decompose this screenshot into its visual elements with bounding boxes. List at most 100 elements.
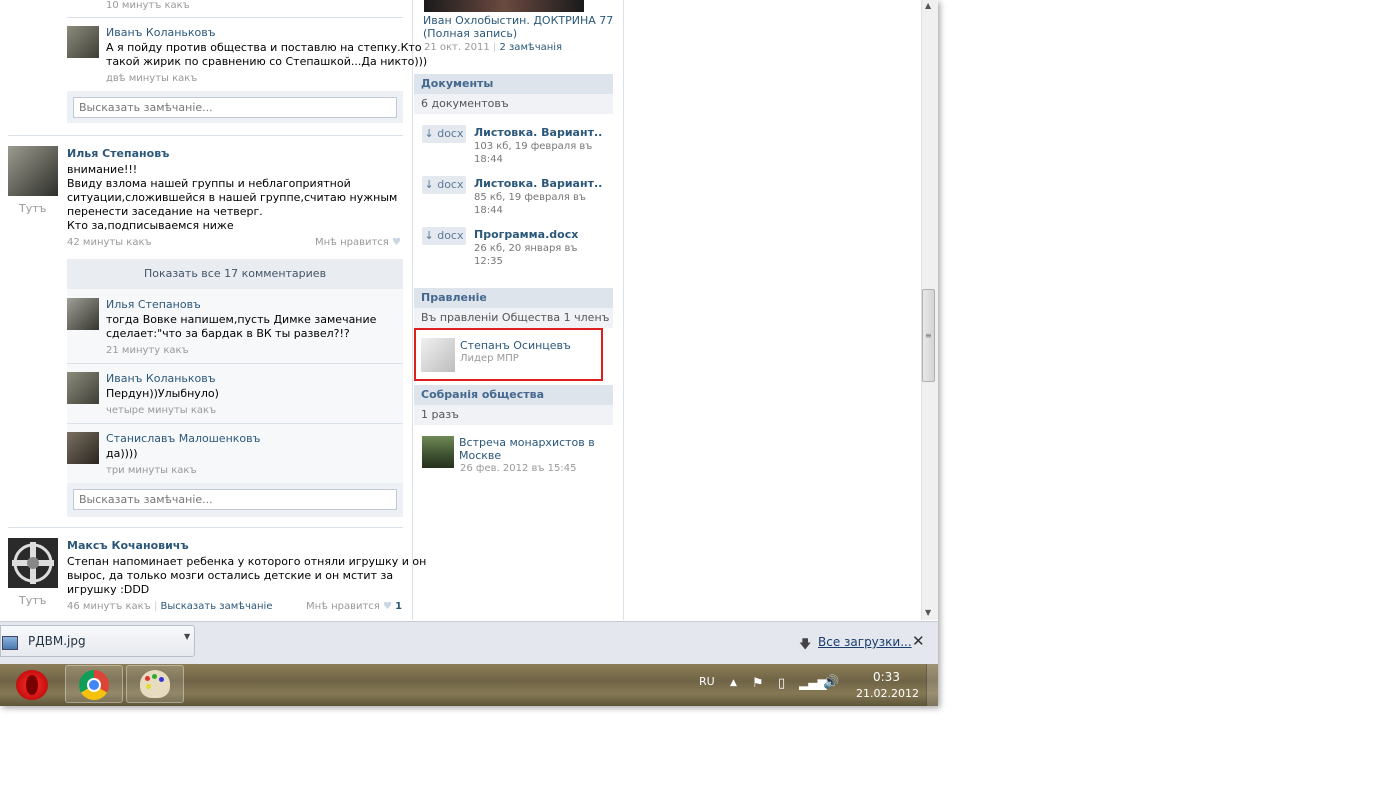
- comment-author[interactable]: Илья Степановъ: [106, 298, 201, 311]
- video-comments-link[interactable]: 2 замѣчанія: [499, 42, 562, 53]
- docx-download-button[interactable]: ↓ docx: [422, 227, 466, 245]
- grip-icon: ≡: [925, 331, 932, 340]
- documents-count: 6 документовъ: [414, 94, 613, 114]
- document-meta: 12:35: [474, 256, 503, 267]
- avatar[interactable]: [67, 298, 99, 330]
- all-downloads-link[interactable]: Все загрузки...: [818, 635, 912, 649]
- like-button[interactable]: Мнѣ нравится ♥: [315, 237, 401, 248]
- docx-download-button[interactable]: ↓ docx: [422, 125, 466, 143]
- video-meta: 21 окт. 2011 | 2 замѣчанія: [424, 42, 563, 53]
- avatar[interactable]: [67, 432, 99, 464]
- member-name[interactable]: Степанъ Осинцевъ: [460, 339, 571, 352]
- document-meta: 85 кб, 19 февраля въ: [474, 192, 586, 203]
- board-header[interactable]: Правленіе: [414, 288, 613, 308]
- video-title[interactable]: (Полная запись): [423, 27, 517, 40]
- event-thumbnail[interactable]: [422, 436, 454, 468]
- comment-time: 21 минуту какъ: [106, 345, 189, 356]
- comment-time: четыре минуты какъ: [106, 405, 217, 416]
- show-all-comments-button[interactable]: Показать все 17 комментариев: [67, 259, 403, 289]
- close-icon[interactable]: ✕: [912, 632, 925, 650]
- avatar[interactable]: [67, 372, 99, 404]
- member-role: Лидер МПР: [460, 353, 519, 364]
- post-text-line: внимание!!!: [67, 163, 138, 176]
- like-label: Мнѣ нравится: [306, 601, 380, 612]
- post-author[interactable]: Илья Степановъ: [67, 147, 169, 160]
- divider: [67, 423, 403, 424]
- comment-text: тогда Вовке напишем,пусть Димке замечани…: [106, 313, 377, 326]
- document-title[interactable]: Листовка. Вариант..: [474, 126, 602, 139]
- post-author[interactable]: Максъ Кочановичъ: [67, 539, 189, 552]
- post-time[interactable]: 42 минуты какъ: [67, 237, 152, 248]
- avatar[interactable]: [8, 538, 58, 588]
- comment-input[interactable]: Высказать замѣчаніе...: [73, 489, 397, 510]
- video-title[interactable]: Иван Охлобыстин. ДОКТРИНА 77: [423, 14, 613, 27]
- tray-expand-icon[interactable]: ▲: [730, 678, 737, 688]
- add-comment-link[interactable]: Высказать замѣчаніе: [161, 601, 273, 612]
- comment-text: такой жирик по сравнению со Степашкой...…: [106, 55, 428, 68]
- avatar[interactable]: [67, 26, 99, 58]
- opera-icon[interactable]: [16, 670, 48, 700]
- comment-author[interactable]: Иванъ Коланьковъ: [106, 26, 216, 39]
- document-meta: 18:44: [474, 205, 503, 216]
- paint-icon: [140, 670, 170, 698]
- post-text-line: игрушку :DDD: [67, 583, 150, 596]
- post-text-line: перенести заседание на четверг.: [67, 205, 263, 218]
- scroll-up-arrow-icon[interactable]: ▲: [925, 1, 931, 10]
- action-center-icon[interactable]: ⚑: [752, 676, 764, 691]
- comment-text: А я пойду против общества и поставлю на …: [106, 41, 422, 54]
- heart-icon: ♥: [383, 601, 392, 612]
- download-icon: 🡇: [799, 637, 812, 651]
- video-thumbnail[interactable]: [424, 0, 584, 12]
- battery-icon[interactable]: ▯: [778, 676, 785, 691]
- document-meta: 18:44: [474, 154, 503, 165]
- event-title[interactable]: Москве: [459, 449, 501, 462]
- document-title[interactable]: Листовка. Вариант..: [474, 177, 602, 190]
- column-divider: [412, 0, 413, 620]
- like-button[interactable]: Мнѣ нравится ♥ 1: [306, 601, 402, 612]
- clock-time[interactable]: 0:33: [873, 670, 900, 684]
- comment-time: 10 минутъ какъ: [106, 0, 190, 11]
- chrome-icon: [79, 670, 109, 700]
- comment-input[interactable]: Высказать замѣчаніе...: [73, 97, 397, 118]
- docx-download-button[interactable]: ↓ docx: [422, 176, 466, 194]
- avatar[interactable]: [8, 146, 58, 196]
- event-title[interactable]: Встреча монархистов в: [459, 436, 595, 449]
- dropdown-arrow-icon[interactable]: ▼: [184, 632, 190, 641]
- post-time-label[interactable]: 46 минутъ какъ: [67, 601, 151, 612]
- sidebar-divider: [623, 0, 624, 620]
- scroll-down-arrow-icon[interactable]: ▼: [925, 608, 931, 617]
- comment-author[interactable]: Иванъ Коланьковъ: [106, 372, 216, 385]
- online-status: Тутъ: [19, 202, 47, 215]
- member-avatar[interactable]: [421, 338, 455, 372]
- divider: [67, 17, 403, 18]
- browser-window: 10 минутъ какъ Иванъ Коланьковъ А я пойд…: [0, 0, 938, 706]
- download-file-name[interactable]: РДВМ.jpg: [28, 634, 86, 648]
- post-time: 46 минутъ какъ | Высказать замѣчаніе: [67, 601, 273, 612]
- heart-icon: ♥: [392, 237, 401, 248]
- comment-text: Пердун))Улыбнуло): [106, 387, 219, 400]
- divider: [8, 527, 403, 528]
- divider: [8, 135, 403, 136]
- clock-date[interactable]: 21.02.2012: [856, 687, 919, 700]
- comment-author[interactable]: Станиславъ Малошенковъ: [106, 432, 260, 445]
- documents-header[interactable]: Документы: [414, 74, 613, 94]
- document-meta: 103 кб, 19 февраля въ: [474, 141, 593, 152]
- divider: [67, 363, 403, 364]
- events-header[interactable]: Собранія общества: [414, 385, 613, 405]
- document-title[interactable]: Программа.docx: [474, 228, 578, 241]
- show-desktop-button[interactable]: [926, 664, 938, 706]
- post-text-line: Степан напоминает ребенка у которого отн…: [67, 555, 427, 568]
- language-indicator[interactable]: RU: [699, 675, 715, 688]
- comment-text: да)))): [106, 447, 138, 460]
- volume-icon[interactable]: 🔊: [823, 675, 839, 690]
- event-date: 26 фев. 2012 въ 15:45: [460, 463, 577, 474]
- emblem-icon: [8, 538, 58, 588]
- events-count: 1 разъ: [414, 405, 613, 425]
- image-file-icon: [2, 636, 18, 650]
- post-text-line: ситуации,сложившейся в нашей группе,счит…: [67, 191, 398, 204]
- comment-time: двѣ минуты какъ: [106, 73, 198, 84]
- video-date: 21 окт. 2011: [424, 42, 490, 53]
- board-count: Въ правленіи Общества 1 членъ: [414, 308, 613, 328]
- like-count: 1: [395, 601, 403, 612]
- post-text-line: Ввиду взлома нашей группы и неблагоприят…: [67, 177, 351, 190]
